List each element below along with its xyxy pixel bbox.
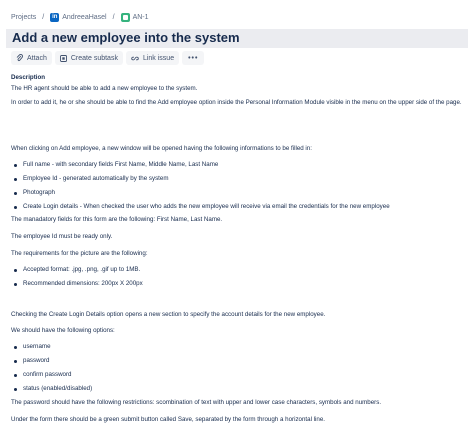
project-avatar-icon: in xyxy=(50,13,60,22)
link-issue-button[interactable]: Link issue xyxy=(125,51,180,65)
create-subtask-button[interactable]: Create subtask xyxy=(54,51,123,65)
link-issue-button-label: Link issue xyxy=(142,54,175,62)
description-paragraph: The password should have the following r… xyxy=(11,399,382,406)
breadcrumb-issue-key-link[interactable]: AN-1 xyxy=(133,14,149,21)
attach-button-label: Attach xyxy=(27,54,47,62)
breadcrumb-project-link[interactable]: AndreeaHasel xyxy=(62,14,106,21)
description-paragraph: When clicking on Add employee, a new win… xyxy=(11,145,312,152)
breadcrumb-projects-link[interactable]: Projects xyxy=(11,14,36,21)
link-icon xyxy=(131,56,139,60)
subtask-icon xyxy=(59,54,67,62)
issue-title[interactable]: Add a new employee into the system xyxy=(12,30,240,45)
description-paragraph: The manadatory fields for this form are … xyxy=(11,216,223,223)
attach-button[interactable]: Attach xyxy=(11,51,52,65)
description-paragraph: In order to add it, he or she should be … xyxy=(11,99,462,106)
list-item: confirm password xyxy=(14,371,72,378)
description-paragraph: The HR agent should be able to add a new… xyxy=(11,85,198,92)
list-item: Create Login details - When checked the … xyxy=(14,203,390,210)
list-item: status (enabled/disabled) xyxy=(13,385,93,392)
list-item: password xyxy=(13,357,50,364)
description-paragraph: The employee Id must be ready only. xyxy=(11,233,113,240)
issue-toolbar: Attach Create subtask Link issue ••• xyxy=(11,51,205,65)
more-actions-button[interactable]: ••• xyxy=(182,51,205,65)
description-paragraph: Checking the Create Login Details option… xyxy=(11,311,326,318)
description-heading: Description xyxy=(11,74,46,81)
description-paragraph: The requirements for the picture are the… xyxy=(11,250,148,257)
story-issue-type-icon xyxy=(120,13,130,22)
breadcrumb-separator: / xyxy=(112,14,115,21)
list-item: Full name - with secondary fields First … xyxy=(13,161,219,168)
create-subtask-button-label: Create subtask xyxy=(70,54,118,62)
description-paragraph: Under the form there should be a green s… xyxy=(11,416,326,423)
list-item: Employee Id - generated automatically by… xyxy=(13,175,169,182)
breadcrumb-separator: / xyxy=(42,14,45,21)
list-item: Recommended dimensions: 200px X 200px xyxy=(14,280,143,287)
list-item: Accepted format: .jpg, .png, .gif up to … xyxy=(13,266,141,273)
list-item: username xyxy=(14,343,51,350)
description-paragraph: We should have the following options: xyxy=(11,327,115,334)
paperclip-icon xyxy=(16,54,23,62)
list-item: Photograph xyxy=(14,189,55,196)
breadcrumb: Projects / in AndreeaHasel / AN-1 xyxy=(11,13,149,22)
